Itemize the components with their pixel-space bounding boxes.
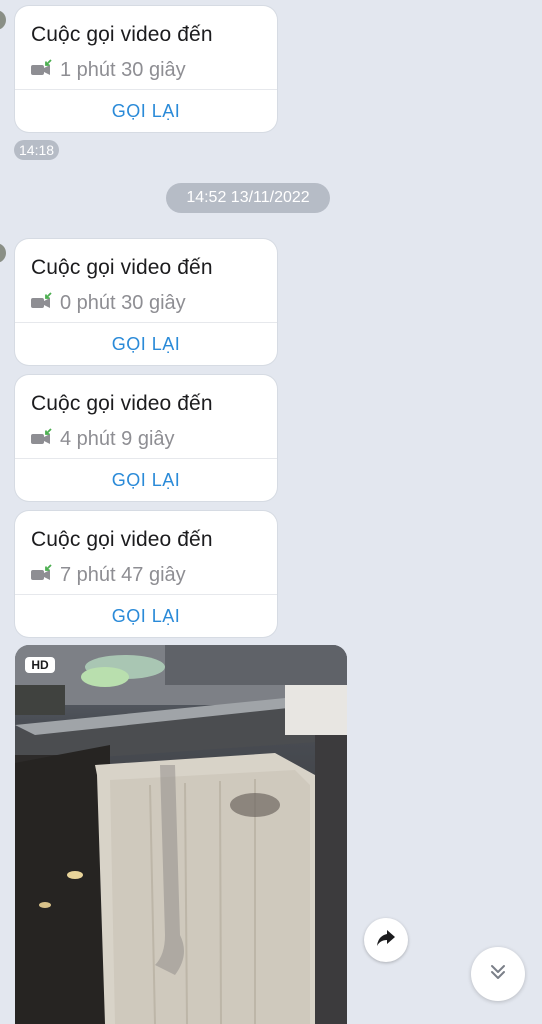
call-duration-row: 7 phút 47 giây [31, 562, 186, 588]
video-call-card: Cuộc gọi video đến 4 phút 9 giây GỌI LẠI [15, 375, 277, 501]
date-separator: 14:52 13/11/2022 [166, 183, 330, 213]
call-duration-row: 1 phút 30 giây [31, 57, 186, 83]
call-back-button[interactable]: GỌI LẠI [15, 90, 277, 132]
video-call-incoming-icon [31, 427, 53, 451]
call-back-button[interactable]: GỌI LẠI [15, 595, 277, 637]
message-time: 14:18 [14, 140, 60, 160]
call-back-button[interactable]: GỌI LẠI [15, 459, 277, 501]
double-chevron-down-icon [488, 962, 508, 987]
hd-badge: HD [25, 657, 55, 673]
photo-image [15, 645, 347, 1024]
video-call-card: Cuộc gọi video đến 1 phút 30 giây GỌI LẠ… [15, 6, 277, 132]
video-call-incoming-icon [31, 291, 53, 315]
call-duration-row: 0 phút 30 giây [31, 290, 186, 316]
avatar[interactable] [0, 243, 6, 263]
call-title: Cuộc gọi video đến [31, 392, 213, 415]
video-call-card: Cuộc gọi video đến 7 phút 47 giây GỌI LẠ… [15, 511, 277, 637]
call-title: Cuộc gọi video đến [31, 528, 213, 551]
call-duration: 1 phút 30 giây [60, 58, 186, 81]
call-title: Cuộc gọi video đến [31, 23, 213, 46]
share-arrow-icon [376, 929, 396, 952]
scroll-down-button[interactable] [471, 947, 525, 1001]
video-call-incoming-icon [31, 58, 53, 82]
call-back-button[interactable]: GỌI LẠI [15, 323, 277, 365]
call-duration: 0 phút 30 giây [60, 291, 186, 314]
call-duration-row: 4 phút 9 giây [31, 426, 175, 452]
forward-button[interactable] [364, 918, 408, 962]
call-duration: 7 phút 47 giây [60, 563, 186, 586]
video-call-incoming-icon [31, 563, 53, 587]
call-duration: 4 phút 9 giây [60, 427, 175, 450]
video-call-card: Cuộc gọi video đến 0 phút 30 giây GỌI LẠ… [15, 239, 277, 365]
avatar[interactable] [0, 10, 6, 30]
call-title: Cuộc gọi video đến [31, 256, 213, 279]
photo-message[interactable]: HD [15, 645, 347, 1024]
